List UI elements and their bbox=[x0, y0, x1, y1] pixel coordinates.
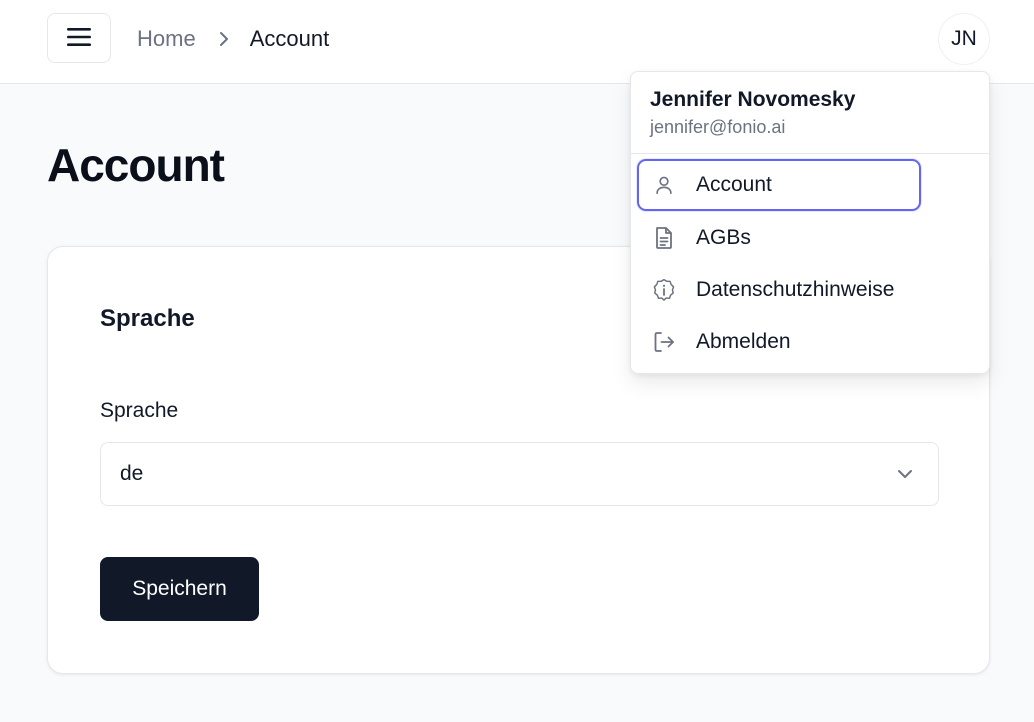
section-title: Sprache bbox=[100, 305, 195, 332]
user-name: Jennifer Novomesky bbox=[650, 88, 856, 111]
menu-button[interactable] bbox=[47, 13, 111, 63]
language-select-value: de bbox=[120, 462, 144, 485]
user-icon bbox=[651, 172, 677, 198]
breadcrumb: Home Account bbox=[137, 25, 329, 53]
avatar[interactable]: JN bbox=[938, 13, 990, 65]
breadcrumb-home-link[interactable]: Home bbox=[137, 26, 196, 52]
menu-item-datenschutzhinweise[interactable]: Datenschutzhinweise bbox=[637, 264, 921, 316]
breadcrumb-current: Account bbox=[249, 26, 330, 51]
menu-item-account[interactable]: Account bbox=[637, 159, 921, 211]
info-badge-icon bbox=[651, 277, 677, 303]
menu-item-label: Account bbox=[696, 173, 772, 196]
document-icon bbox=[651, 225, 677, 251]
page-title: Account bbox=[47, 139, 225, 191]
language-field-label: Sprache bbox=[100, 399, 179, 422]
menu-divider bbox=[631, 153, 989, 154]
menu-item-label: AGBs bbox=[696, 226, 751, 249]
hamburger-icon bbox=[66, 27, 92, 50]
user-menu-dropdown: Jennifer Novomesky jennifer@fonio.ai Acc… bbox=[630, 71, 990, 374]
language-select[interactable]: de bbox=[100, 442, 939, 506]
avatar-initials: JN bbox=[951, 27, 977, 50]
menu-item-label: Datenschutzhinweise bbox=[696, 278, 895, 301]
menu-item-agbs[interactable]: AGBs bbox=[637, 212, 921, 264]
chevron-right-icon bbox=[218, 31, 230, 47]
menu-item-abmelden[interactable]: Abmelden bbox=[637, 316, 921, 368]
save-button[interactable]: Speichern bbox=[100, 557, 259, 621]
user-email: jennifer@fonio.ai bbox=[650, 117, 786, 137]
menu-item-label: Abmelden bbox=[696, 330, 791, 353]
logout-icon bbox=[651, 329, 677, 355]
chevron-down-icon bbox=[896, 465, 914, 488]
